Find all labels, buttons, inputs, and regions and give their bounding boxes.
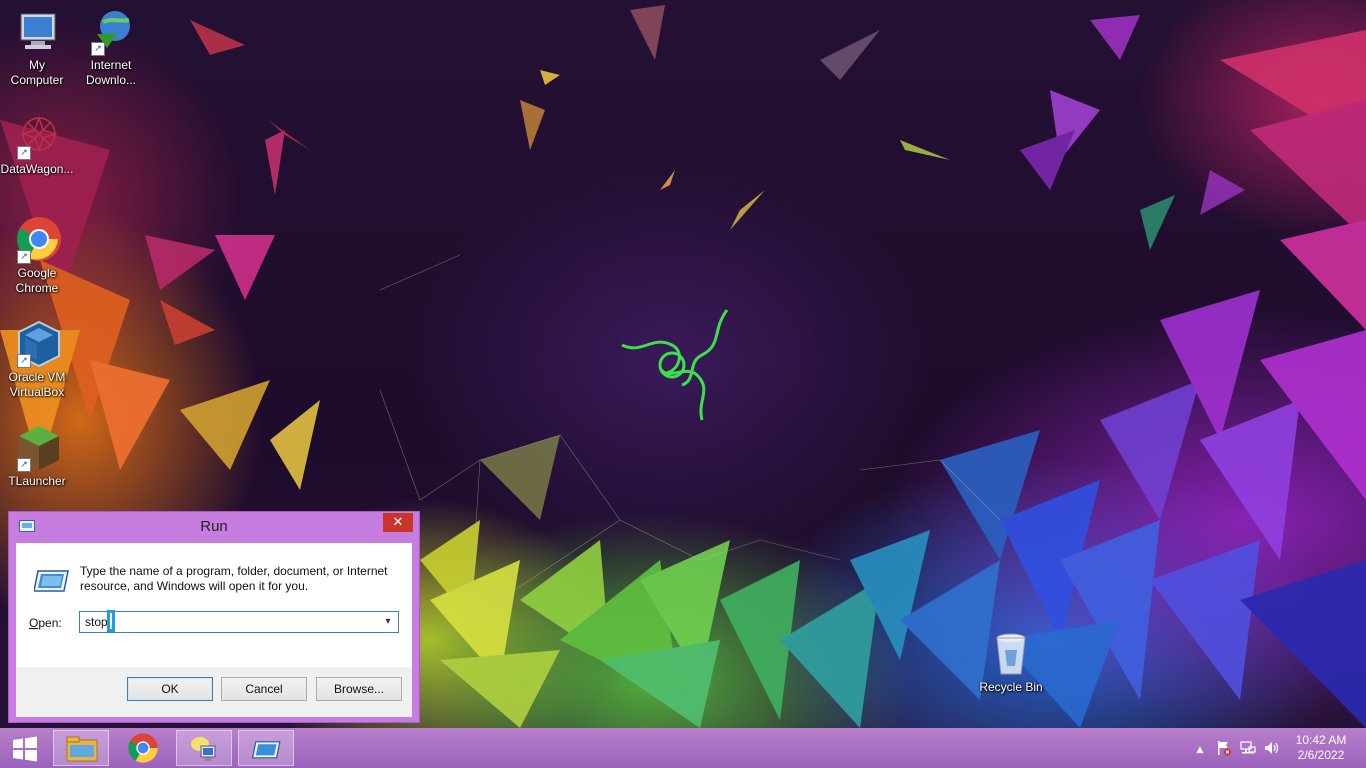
open-label-accelerator: O [29,616,39,630]
shortcut-arrow-icon: ↗ [17,354,31,368]
start-button[interactable] [2,730,46,766]
open-input[interactable] [80,612,381,632]
run-body: Type the name of a program, folder, docu… [16,543,412,667]
shortcut-arrow-icon: ↗ [17,250,31,264]
close-icon: ✕ [392,515,404,530]
close-button[interactable]: ✕ [383,513,413,532]
shortcut-arrow-icon: ↗ [17,458,31,472]
chrome-icon [128,733,158,763]
icon-label: DataWagon... [0,162,74,176]
icon-label: Oracle VM [8,370,66,384]
taskbar-file-explorer[interactable] [53,730,109,766]
run-footer: OK Cancel Browse... [16,667,412,717]
volume-tray[interactable] [1264,740,1280,756]
virtualbox-icon: ↗ [13,320,61,368]
clock-date: 2/6/2022 [1297,748,1345,762]
folder-icon [66,736,98,762]
datawagon-shortcut[interactable]: ↗ DataWagon... [0,112,74,177]
network-icon [1240,741,1256,754]
run-description: Type the name of a program, folder, docu… [80,564,388,593]
internet-download-manager-shortcut[interactable]: ↗ Internet Downlo... [74,8,148,88]
shortcut-arrow-icon: ↗ [17,146,31,160]
chevron-down-icon[interactable]: ▾ [380,612,396,632]
chrome-icon: ↗ [13,216,61,264]
network-tray[interactable] [1240,740,1256,756]
taskbar-clock[interactable]: 10:42 AM 2/6/2022 [1290,733,1352,763]
network-app-icon [191,737,216,761]
icon-label: Internet [90,58,132,72]
icon-label: Downlo... [85,73,137,87]
icon-label: Recycle Bin [979,680,1043,694]
cancel-button[interactable]: Cancel [221,677,307,701]
show-hidden-icons-button[interactable]: ▲ [1192,740,1208,756]
run-dialog[interactable]: Run ✕ Type the name of a program, folder… [8,511,420,723]
text-cursor [107,610,115,632]
datawagon-icon: ↗ [13,112,61,160]
icon-label: Google [17,266,57,280]
speaker-icon [1265,742,1279,754]
flag-alert-icon [1218,741,1231,756]
virtualbox-shortcut[interactable]: ↗ Oracle VM VirtualBox [0,320,74,400]
google-chrome-shortcut[interactable]: ↗ Google Chrome [0,216,74,296]
open-combobox[interactable]: ▾ [79,610,399,633]
open-label-text: pen: [38,616,62,630]
icon-label: Chrome [15,281,59,295]
taskbar-run[interactable] [238,730,294,766]
recycle-bin-shortcut[interactable]: Recycle Bin [974,630,1048,695]
shortcut-arrow-icon: ↗ [91,42,105,56]
run-title: Run [200,518,228,535]
icon-label: TLauncher [8,474,66,488]
clock-time: 10:42 AM [1295,733,1347,747]
taskbar-network-app[interactable] [176,730,232,766]
tlauncher-shortcut[interactable]: ↗ TLauncher [0,424,74,489]
icon-label: VirtualBox [9,385,65,399]
taskbar: ▲ 10:42 AM 2/6/2022 [0,728,1366,768]
windows-logo-icon [13,736,37,762]
browse-button[interactable]: Browse... [316,677,402,701]
action-center-tray[interactable] [1216,740,1232,756]
run-icon [252,741,281,759]
chevron-up-icon: ▲ [1196,745,1204,755]
recycle-bin-icon [987,630,1035,678]
run-icon [34,570,69,592]
internet-download-manager-icon: ↗ [87,8,135,56]
razer-logo [621,309,729,421]
icon-label: Computer [10,73,64,87]
taskbar-google-chrome[interactable] [115,730,171,766]
my-computer-shortcut[interactable]: My Computer [0,8,74,88]
tlauncher-icon: ↗ [13,424,61,472]
open-label: Open: [29,616,62,630]
computer-icon [13,8,61,56]
run-titlebar[interactable]: Run ✕ [9,512,419,542]
ok-button[interactable]: OK [127,677,213,701]
icon-label: My [29,58,45,72]
